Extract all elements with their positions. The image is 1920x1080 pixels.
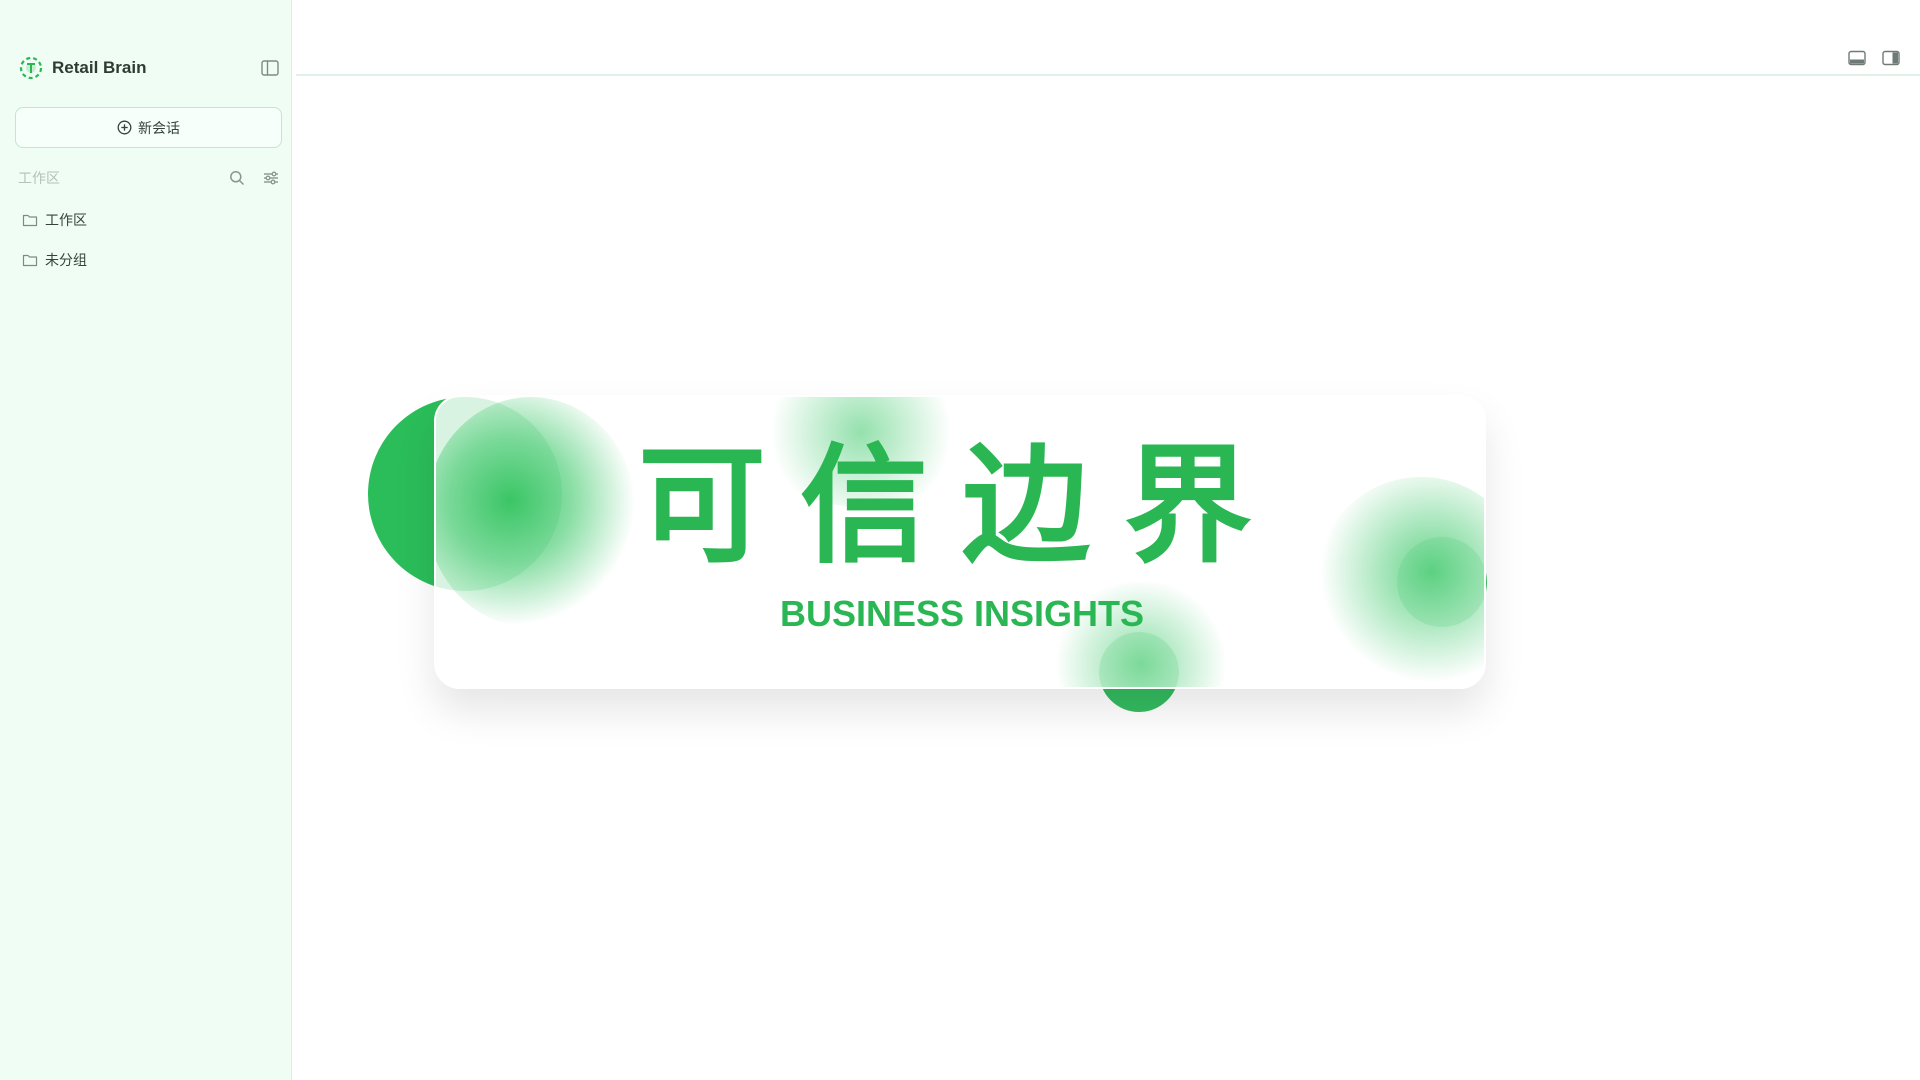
- topbar-tools: [1848, 50, 1900, 66]
- search-icon: [230, 171, 245, 186]
- sliders-icon: [264, 171, 278, 185]
- hero-banner: 可信边界 BUSINESS INSIGHTS: [360, 380, 1540, 720]
- toggle-right-panel-button[interactable]: [1882, 50, 1900, 66]
- folder-label: 未分组: [45, 253, 87, 269]
- folder-item-workspace[interactable]: 工作区: [22, 207, 280, 233]
- sidebar-toggle-icon: [261, 60, 279, 76]
- folder-list: 工作区 未分组: [22, 207, 280, 287]
- hero-title: 可信边界: [637, 432, 1286, 581]
- folder-icon: [22, 253, 38, 267]
- workspace-section-header: 工作区: [18, 166, 280, 190]
- hero-subtitle: BUSINESS INSIGHTS: [779, 593, 1145, 634]
- new-chat-button[interactable]: 新会话: [15, 107, 282, 148]
- search-button[interactable]: [228, 169, 246, 187]
- hero-card: 可信边界 BUSINESS INSIGHTS: [434, 395, 1486, 689]
- plus-circle-icon: [117, 120, 132, 135]
- brand-logo-icon: [18, 55, 44, 81]
- panel-right-icon: [1882, 50, 1900, 66]
- brand-row: Retail Brain: [18, 52, 280, 84]
- brand-name: Retail Brain: [52, 58, 147, 77]
- folder-item-ungrouped[interactable]: 未分组: [22, 247, 280, 273]
- toggle-bottom-panel-button[interactable]: [1848, 50, 1866, 66]
- sidebar-toggle-button[interactable]: [260, 58, 280, 78]
- workspace-section-label: 工作区: [18, 171, 60, 187]
- new-chat-label: 新会话: [138, 120, 180, 137]
- top-bar: [296, 0, 1920, 76]
- folder-label: 工作区: [45, 213, 87, 229]
- section-tools: [228, 169, 280, 187]
- folder-icon: [22, 213, 38, 227]
- app-window: Retail Brain 新会话 工作区 工作区 未分组 可信边界 BUSINE…: [0, 0, 1920, 1080]
- sidebar: Retail Brain 新会话 工作区 工作区 未分组: [0, 0, 292, 1080]
- panel-bottom-icon: [1848, 50, 1866, 66]
- filter-button[interactable]: [262, 169, 280, 187]
